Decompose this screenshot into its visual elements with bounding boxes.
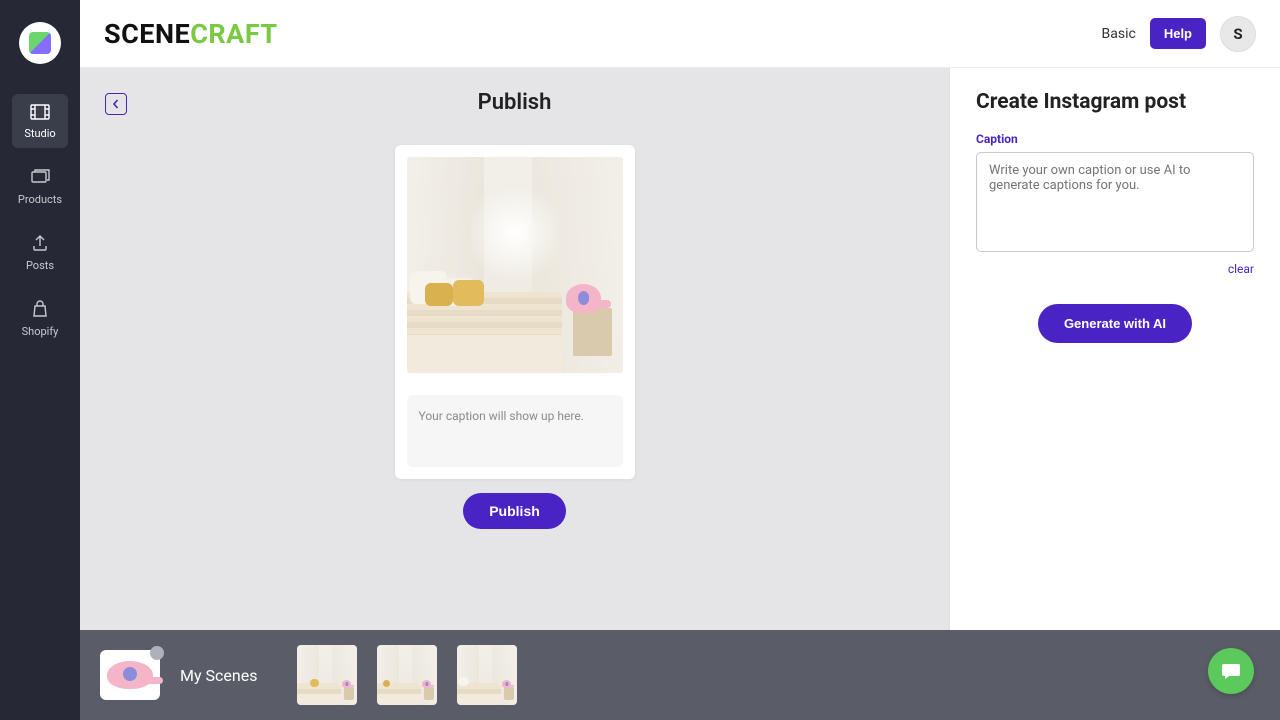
avatar[interactable]: S <box>1220 16 1256 52</box>
app-root: Studio Products Posts Shopify SCENECRAF <box>0 0 1280 720</box>
product-chip[interactable] <box>100 650 160 700</box>
preview-area: Publish <box>80 68 950 630</box>
brand-part2: CRAFT <box>190 18 277 50</box>
caption-preview: Your caption will show up here. <box>407 395 623 467</box>
scenes-bar: My Scenes <box>80 630 1280 720</box>
cube-icon <box>29 32 51 54</box>
nav-label: Products <box>18 193 62 206</box>
brand-wordmark: SCENECRAFT <box>104 18 278 50</box>
generate-ai-button[interactable]: Generate with AI <box>1038 304 1192 343</box>
chevron-left-icon <box>111 99 121 109</box>
header-right: Basic Help S <box>1102 16 1256 52</box>
preview-title: Publish <box>102 90 927 115</box>
clear-link[interactable]: clear <box>976 262 1254 276</box>
header: SCENECRAFT Basic Help S <box>80 0 1280 68</box>
main-column: SCENECRAFT Basic Help S Publish <box>80 0 1280 720</box>
scene-thumb-1[interactable] <box>297 645 357 705</box>
upload-icon <box>31 234 49 255</box>
chat-icon <box>1220 660 1242 682</box>
caption-input[interactable] <box>976 152 1254 252</box>
back-button[interactable] <box>105 93 127 115</box>
brand-part1: SCENE <box>104 18 190 50</box>
layers-icon <box>30 168 50 189</box>
plan-label: Basic <box>1102 26 1136 42</box>
nav-studio[interactable]: Studio <box>12 94 68 148</box>
nav-posts[interactable]: Posts <box>12 224 68 280</box>
cap-icon <box>107 661 153 689</box>
bag-icon <box>31 300 49 321</box>
create-post-panel: Create Instagram post Caption clear Gene… <box>950 68 1280 630</box>
nav-products[interactable]: Products <box>12 158 68 214</box>
chat-fab[interactable] <box>1208 648 1254 694</box>
film-icon <box>30 104 50 123</box>
help-button[interactable]: Help <box>1150 18 1206 49</box>
content-row: Publish <box>80 68 1280 630</box>
post-preview-card: Your caption will show up here. <box>395 145 635 479</box>
scenes-label: My Scenes <box>180 666 257 685</box>
nav-label: Studio <box>24 127 55 140</box>
sidebar: Studio Products Posts Shopify <box>0 0 80 720</box>
close-icon[interactable] <box>150 646 164 660</box>
nav-label: Posts <box>26 259 54 272</box>
caption-label: Caption <box>976 132 1254 146</box>
product-cap-in-scene <box>566 284 601 312</box>
scene-thumb-3[interactable] <box>457 645 517 705</box>
nav-label: Shopify <box>22 325 59 338</box>
post-image <box>407 157 623 373</box>
publish-button[interactable]: Publish <box>463 493 566 529</box>
app-logo[interactable] <box>19 22 61 64</box>
nav-shopify[interactable]: Shopify <box>12 290 68 346</box>
panel-title: Create Instagram post <box>976 90 1254 114</box>
scene-thumb-2[interactable] <box>377 645 437 705</box>
